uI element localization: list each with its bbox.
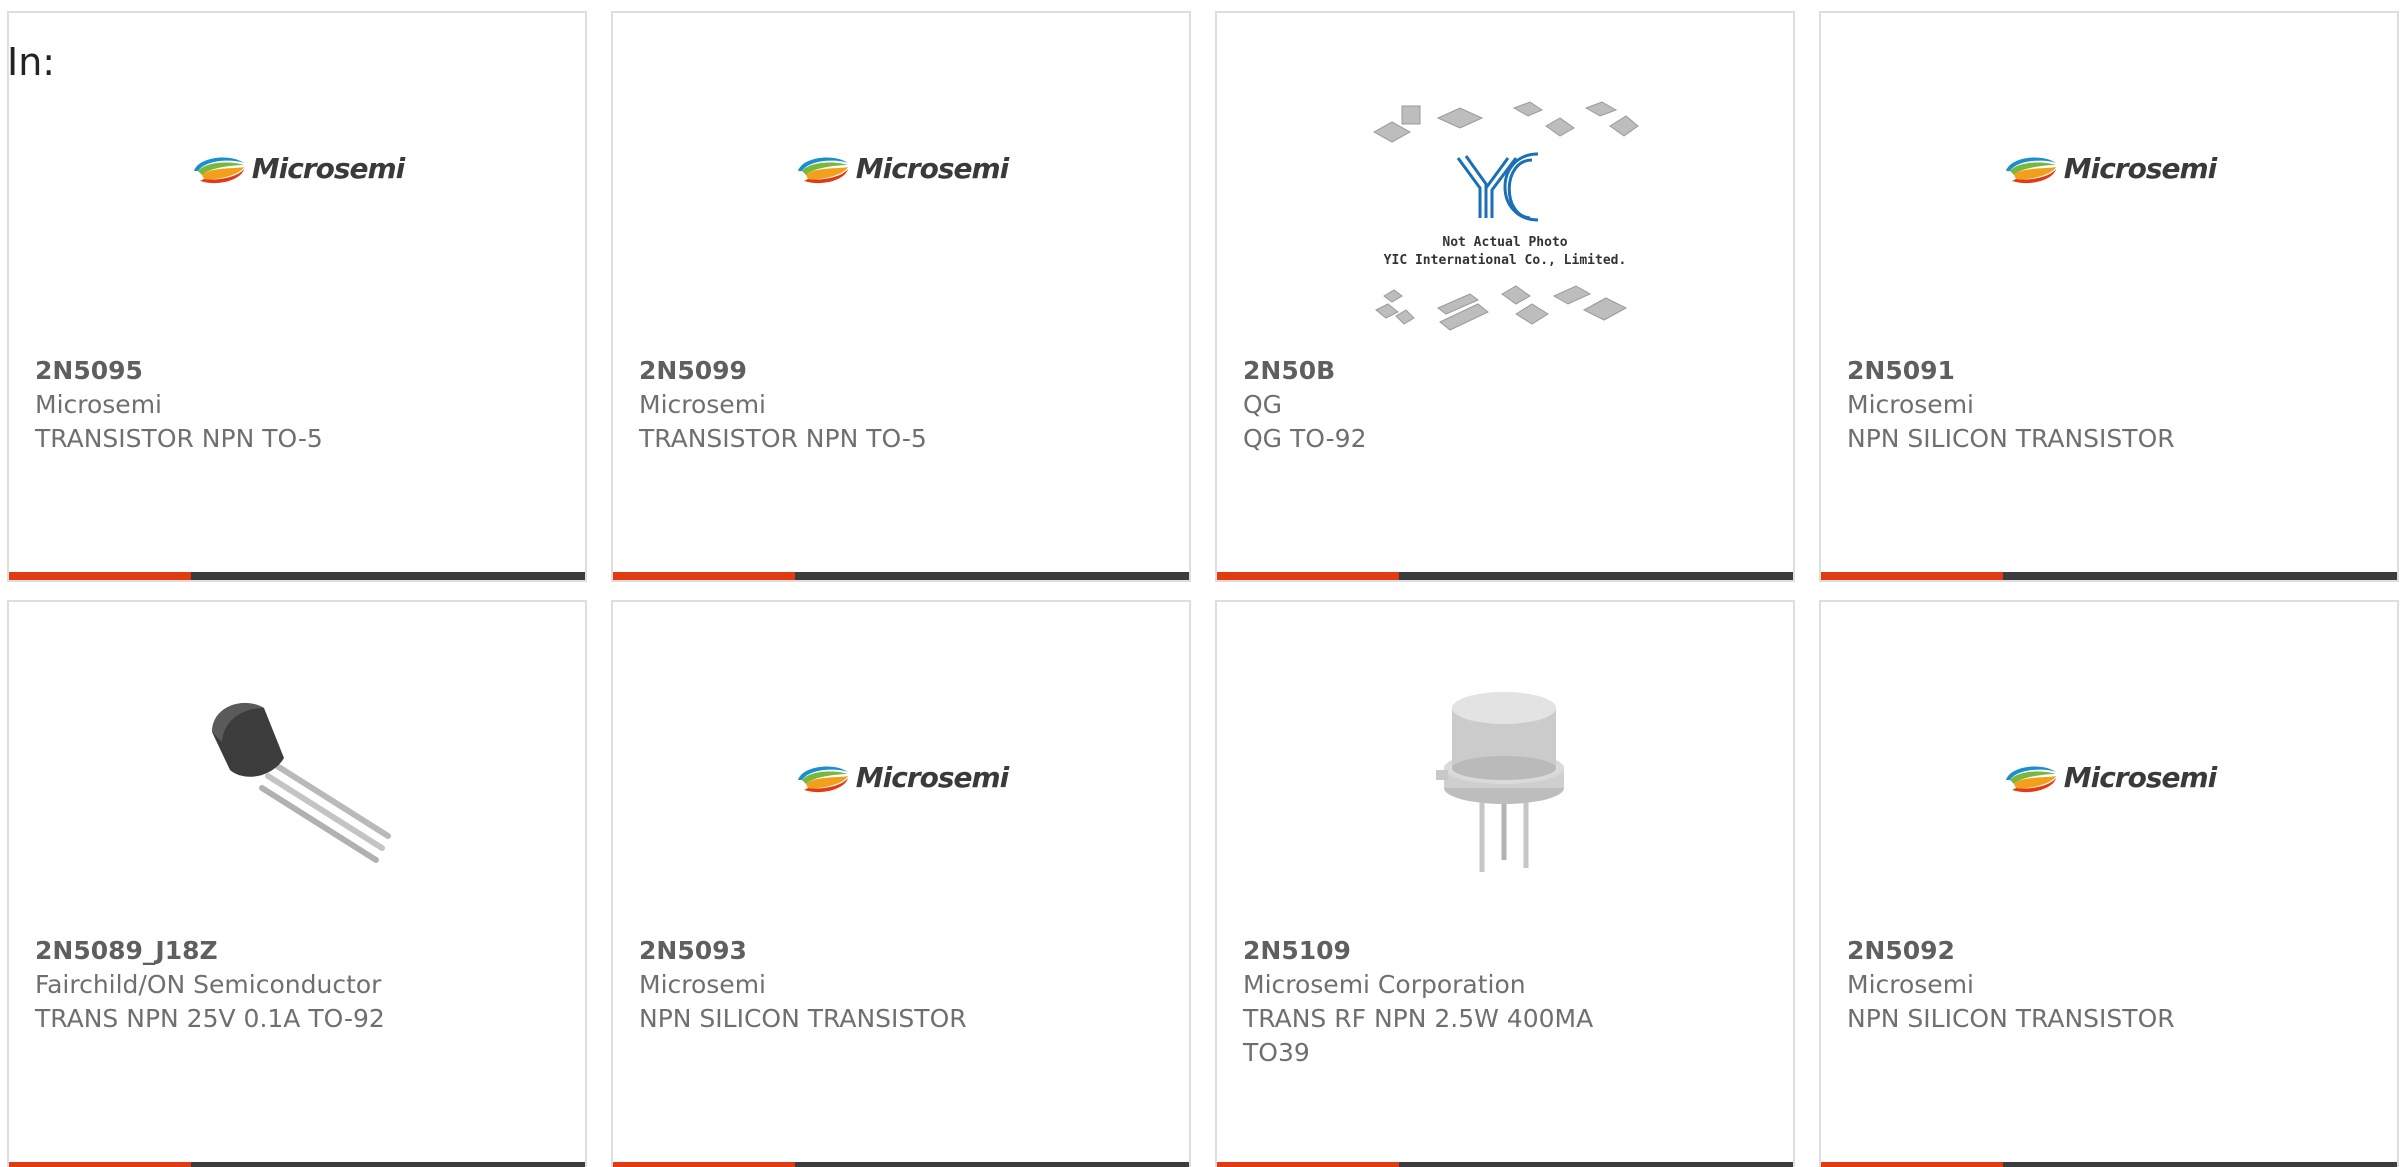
filter-in-label: In:	[7, 40, 56, 84]
part-number[interactable]: 2N5099	[639, 354, 1169, 388]
product-image[interactable]	[1400, 672, 1610, 882]
product-card[interactable]: Microsemi 2N5099 Microsemi TRANSISTOR NP…	[611, 11, 1191, 582]
manufacturer: QG	[1243, 390, 1283, 419]
part-number[interactable]: 2N5091	[1847, 354, 2377, 388]
product-image[interactable]	[192, 672, 402, 882]
microsemi-logo: Microsemi	[190, 151, 405, 185]
product-info: 2N5095 Microsemi TRANSISTOR NPN TO-5	[35, 354, 565, 456]
product-image[interactable]: Microsemi	[2002, 672, 2217, 882]
microsemi-logo-text: Microsemi	[2063, 760, 2218, 794]
part-number[interactable]: 2N50B	[1243, 354, 1773, 388]
product-image[interactable]: Microsemi	[190, 63, 405, 273]
to39-transistor-image	[1436, 692, 1564, 872]
description: NPN SILICON TRANSISTOR	[639, 1004, 967, 1033]
card-bottom-bar	[9, 1162, 585, 1167]
card-bottom-bar	[9, 572, 585, 580]
yic-placeholder-image: Not Actual Photo YIC International Co., …	[1372, 101, 1639, 331]
card-accent-bar	[613, 572, 795, 580]
card-accent-bar	[613, 1162, 795, 1167]
microsemi-logo-text: Microsemi	[251, 151, 406, 185]
microsemi-swirl-icon	[2005, 766, 2056, 793]
product-info: 2N5092 Microsemi NPN SILICON TRANSISTOR	[1847, 934, 2377, 1036]
yic-company-name: YIC International Co., Limited.	[1384, 253, 1627, 268]
product-card[interactable]: 2N5109 Microsemi Corporation TRANS RF NP…	[1215, 600, 1795, 1167]
microsemi-logo-text: Microsemi	[855, 760, 1010, 794]
card-bottom-bar	[1821, 1162, 2397, 1167]
manufacturer: Microsemi	[639, 970, 766, 999]
product-card[interactable]: Microsemi 2N5093 Microsemi NPN SILICON T…	[611, 600, 1191, 1167]
card-accent-bar	[1821, 572, 2003, 580]
product-grid-page: In: Microsemi 2N5095 Microsemi TRANSISTO…	[0, 0, 2400, 1167]
microsemi-logo-text: Microsemi	[855, 151, 1010, 185]
microsemi-logo-text: Microsemi	[2063, 151, 2218, 185]
part-number[interactable]: 2N5095	[35, 354, 565, 388]
card-accent-bar	[1217, 572, 1399, 580]
product-info: 2N5109 Microsemi Corporation TRANS RF NP…	[1243, 934, 1773, 1070]
to92-transistor-image	[212, 702, 391, 863]
manufacturer: Microsemi	[1847, 390, 1974, 419]
card-bottom-bar	[1217, 572, 1793, 580]
product-card[interactable]: Not Actual Photo YIC International Co., …	[1215, 11, 1795, 582]
card-accent-bar	[1821, 1162, 2003, 1167]
manufacturer: Microsemi	[35, 390, 162, 419]
product-info: 2N50B QG QG TO-92	[1243, 354, 1773, 456]
description: TRANS RF NPN 2.5W 400MA TO39	[1243, 1004, 1594, 1067]
yic-logo	[1456, 152, 1539, 222]
card-accent-bar	[9, 572, 191, 580]
card-bottom-bar	[613, 1162, 1189, 1167]
manufacturer: Microsemi	[1847, 970, 1974, 999]
description: TRANSISTOR NPN TO-5	[639, 424, 927, 453]
microsemi-swirl-icon	[193, 157, 244, 184]
product-card[interactable]: 2N5089_J18Z Fairchild/ON Semiconductor T…	[7, 600, 587, 1167]
product-info: 2N5099 Microsemi TRANSISTOR NPN TO-5	[639, 354, 1169, 456]
product-image[interactable]: Microsemi	[794, 63, 1009, 273]
manufacturer: Microsemi	[639, 390, 766, 419]
description: TRANS NPN 25V 0.1A TO-92	[35, 1004, 385, 1033]
manufacturer: Fairchild/ON Semiconductor	[35, 970, 382, 999]
product-card[interactable]: Microsemi 2N5095 Microsemi TRANSISTOR NP…	[7, 11, 587, 582]
microsemi-logo: Microsemi	[794, 760, 1009, 794]
product-card[interactable]: Microsemi 2N5091 Microsemi NPN SILICON T…	[1819, 11, 2399, 582]
card-accent-bar	[1217, 1162, 1399, 1167]
card-bottom-bar	[1217, 1162, 1793, 1167]
yic-not-actual-photo: Not Actual Photo	[1442, 235, 1567, 250]
product-image[interactable]: Microsemi	[2002, 63, 2217, 273]
part-number[interactable]: 2N5089_J18Z	[35, 934, 565, 968]
product-card[interactable]: Microsemi 2N5092 Microsemi NPN SILICON T…	[1819, 600, 2399, 1167]
product-info: 2N5093 Microsemi NPN SILICON TRANSISTOR	[639, 934, 1169, 1036]
microsemi-logo: Microsemi	[794, 151, 1009, 185]
description: TRANSISTOR NPN TO-5	[35, 424, 323, 453]
microsemi-swirl-icon	[2005, 157, 2056, 184]
part-number[interactable]: 2N5109	[1243, 934, 1773, 968]
description: NPN SILICON TRANSISTOR	[1847, 424, 2175, 453]
card-bottom-bar	[1821, 572, 2397, 580]
description: QG TO-92	[1243, 424, 1367, 453]
microsemi-logo: Microsemi	[2002, 760, 2217, 794]
part-number[interactable]: 2N5092	[1847, 934, 2377, 968]
manufacturer: Microsemi Corporation	[1243, 970, 1526, 999]
microsemi-swirl-icon	[797, 157, 848, 184]
product-image[interactable]: Not Actual Photo YIC International Co., …	[1370, 98, 1640, 338]
card-bottom-bar	[613, 572, 1189, 580]
product-image[interactable]: Microsemi	[794, 672, 1009, 882]
card-accent-bar	[9, 1162, 191, 1167]
product-info: 2N5089_J18Z Fairchild/ON Semiconductor T…	[35, 934, 565, 1036]
microsemi-swirl-icon	[797, 766, 848, 793]
description: NPN SILICON TRANSISTOR	[1847, 1004, 2175, 1033]
microsemi-logo: Microsemi	[2002, 151, 2217, 185]
part-number[interactable]: 2N5093	[639, 934, 1169, 968]
product-info: 2N5091 Microsemi NPN SILICON TRANSISTOR	[1847, 354, 2377, 456]
